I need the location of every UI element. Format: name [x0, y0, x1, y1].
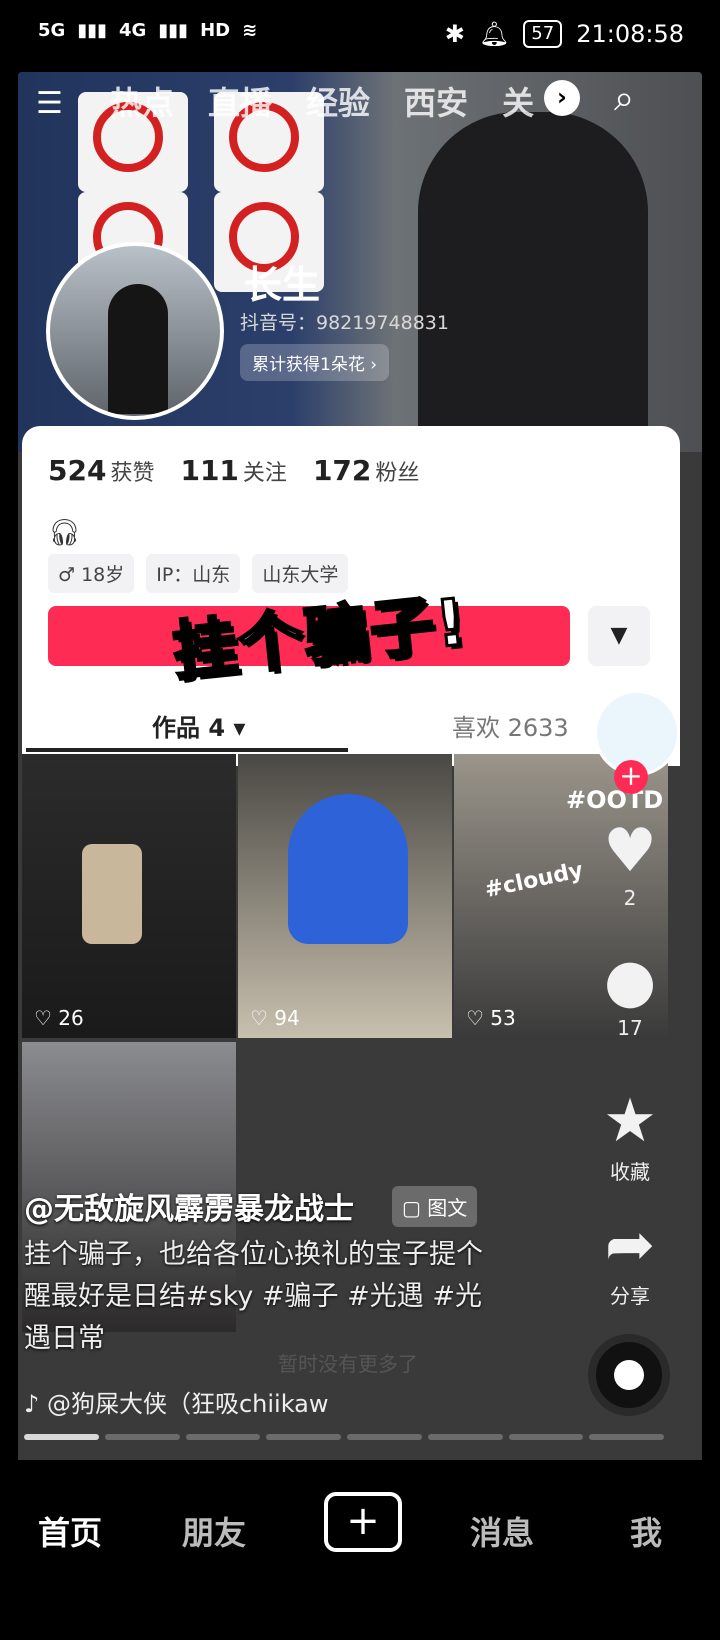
- menu-icon[interactable]: ☰: [36, 86, 76, 121]
- comment-count: 17: [617, 1016, 643, 1040]
- search-icon[interactable]: ⌕: [614, 78, 634, 120]
- grid-likes-2: ♡ 94: [250, 1006, 300, 1030]
- tab-experience[interactable]: 经验: [306, 78, 370, 124]
- top-nav: 热点 直播 经验 西安 关: [110, 78, 534, 124]
- progress-seg-6: [427, 1434, 503, 1440]
- stat-likes-value: 524: [48, 454, 107, 487]
- comment-button[interactable]: ● 17: [590, 946, 670, 1040]
- nav-messages[interactable]: 消息: [470, 1508, 534, 1554]
- share-icon: ➦: [604, 1210, 656, 1280]
- music-disc[interactable]: [588, 1334, 670, 1416]
- bottom-nav: 首页 朋友 + 消息 我: [0, 1460, 720, 1640]
- hd-icon: HD: [200, 20, 231, 41]
- grid-likes-3: ♡ 53: [466, 1006, 516, 1030]
- progress-seg-2: [104, 1434, 180, 1440]
- blue-figure: [288, 794, 408, 944]
- author-name[interactable]: @无敌旋风霹雳暴龙战士: [24, 1184, 354, 1228]
- signal-icon-2: ▮▮▮: [158, 20, 189, 41]
- like-count: 2: [623, 886, 637, 910]
- image-text-badge: ▢ 图文: [392, 1186, 478, 1227]
- create-button[interactable]: +: [324, 1492, 402, 1552]
- cover-person: [418, 112, 648, 452]
- profile-card: 524 获赞 111 关注 172 粉丝 🎧︎ ♂ 18岁 IP：山东 山东大学 ▼ …: [22, 426, 680, 766]
- clock: 21:08:58: [576, 20, 684, 48]
- nav-home[interactable]: 首页: [38, 1508, 102, 1554]
- profile-name: 长生: [244, 263, 321, 307]
- headphones-icon: 🎧︎: [48, 518, 82, 548]
- tab-live[interactable]: 直播: [208, 78, 272, 124]
- flowers-badge[interactable]: 累计获得1朵花 ›: [240, 344, 390, 381]
- chevron-right-icon[interactable]: ›: [544, 80, 580, 116]
- grid-item-1[interactable]: ♡ 26: [22, 754, 236, 1038]
- status-right: ✱ 🔔︎ 57 21:08:58: [445, 20, 684, 48]
- signal-icon: ▮▮▮: [77, 20, 108, 41]
- chevron-down-icon[interactable]: ▼: [588, 606, 650, 666]
- tab-hot[interactable]: 热点: [110, 78, 174, 124]
- nav-friends[interactable]: 朋友: [182, 1508, 246, 1554]
- heart-icon: ♥: [603, 816, 657, 886]
- comment-icon: ●: [603, 946, 657, 1016]
- music-label: @狗屎大侠（狂吸chiikaw: [46, 1390, 329, 1418]
- like-button[interactable]: ♥ 2: [590, 816, 670, 910]
- stats-row: 524 获赞 111 关注 172 粉丝: [48, 454, 419, 487]
- signal-4g: 4G: [119, 20, 147, 41]
- tab-underline: [26, 748, 348, 752]
- signal-5g: 5G: [38, 20, 66, 41]
- music-row[interactable]: ♪ @狗屎大侠（狂吸chiikaw: [24, 1384, 329, 1419]
- douyin-id: 抖音号：98219748831: [240, 312, 449, 334]
- stat-followers-label: 粉丝: [375, 461, 420, 486]
- stat-following-value: 111: [180, 454, 239, 487]
- star-icon: ★: [603, 1086, 657, 1156]
- status-left: 5G ▮▮▮ 4G ▮▮▮ HD ≋: [38, 20, 257, 41]
- profile-avatar[interactable]: [46, 242, 224, 420]
- tab-follow[interactable]: 关: [502, 78, 534, 124]
- progress-seg-8: [589, 1434, 664, 1440]
- follow-plus-icon[interactable]: +: [614, 760, 648, 794]
- share-label: 分享: [610, 1284, 650, 1308]
- progress-seg-1: [24, 1434, 99, 1440]
- grid-likes-2-value: 94: [274, 1006, 300, 1030]
- phone-shape: [82, 844, 142, 944]
- grid-likes-1-value: 26: [58, 1006, 84, 1030]
- ootd-label: #OOTD: [566, 786, 664, 814]
- caption-text[interactable]: 挂个骗子，也给各位心换礼的宝子提个醒最好是日结#sky #骗子 #光遇 #光遇日…: [24, 1234, 494, 1360]
- stat-followers-value: 172: [312, 454, 372, 487]
- stat-following-label: 关注: [242, 461, 287, 486]
- stat-following[interactable]: 111 关注: [180, 454, 286, 487]
- grid-likes-1: ♡ 26: [34, 1006, 84, 1030]
- favorite-label: 收藏: [610, 1160, 650, 1184]
- grid-item-2[interactable]: ♡ 94: [238, 754, 452, 1038]
- progress-seg-4: [266, 1434, 341, 1440]
- nav-me[interactable]: 我: [630, 1508, 662, 1554]
- tab-xian[interactable]: 西安: [404, 78, 468, 124]
- stat-likes[interactable]: 524 获赞: [48, 454, 154, 487]
- tag-ip: IP：山东: [146, 554, 241, 593]
- status-bar: 5G ▮▮▮ 4G ▮▮▮ HD ≋ ✱ 🔔︎ 57 21:08:58: [0, 0, 720, 72]
- tab-likes[interactable]: 喜欢 2633: [452, 708, 569, 743]
- wifi-icon: ≋: [242, 20, 258, 41]
- image-progress: [24, 1434, 664, 1440]
- avatar-figure: [108, 284, 168, 414]
- tab-works[interactable]: 作品 4 ▾: [152, 708, 245, 743]
- progress-seg-7: [508, 1434, 584, 1440]
- tag-age: ♂ 18岁: [48, 554, 135, 593]
- share-button[interactable]: ➦ 分享: [590, 1210, 670, 1309]
- progress-seg-3: [185, 1434, 261, 1440]
- stat-followers[interactable]: 172 粉丝: [313, 454, 419, 487]
- battery-level: 57: [523, 20, 563, 48]
- bell-icon: 🔔︎: [478, 20, 510, 48]
- stat-likes-label: 获赞: [110, 461, 155, 486]
- favorite-button[interactable]: ★ 收藏: [590, 1086, 670, 1185]
- cloudy-label: #cloudy: [482, 857, 586, 904]
- bluetooth-icon: ✱: [444, 20, 465, 48]
- progress-seg-5: [347, 1434, 422, 1440]
- grid-likes-3-value: 53: [490, 1006, 516, 1030]
- badge-label: 图文: [427, 1196, 468, 1220]
